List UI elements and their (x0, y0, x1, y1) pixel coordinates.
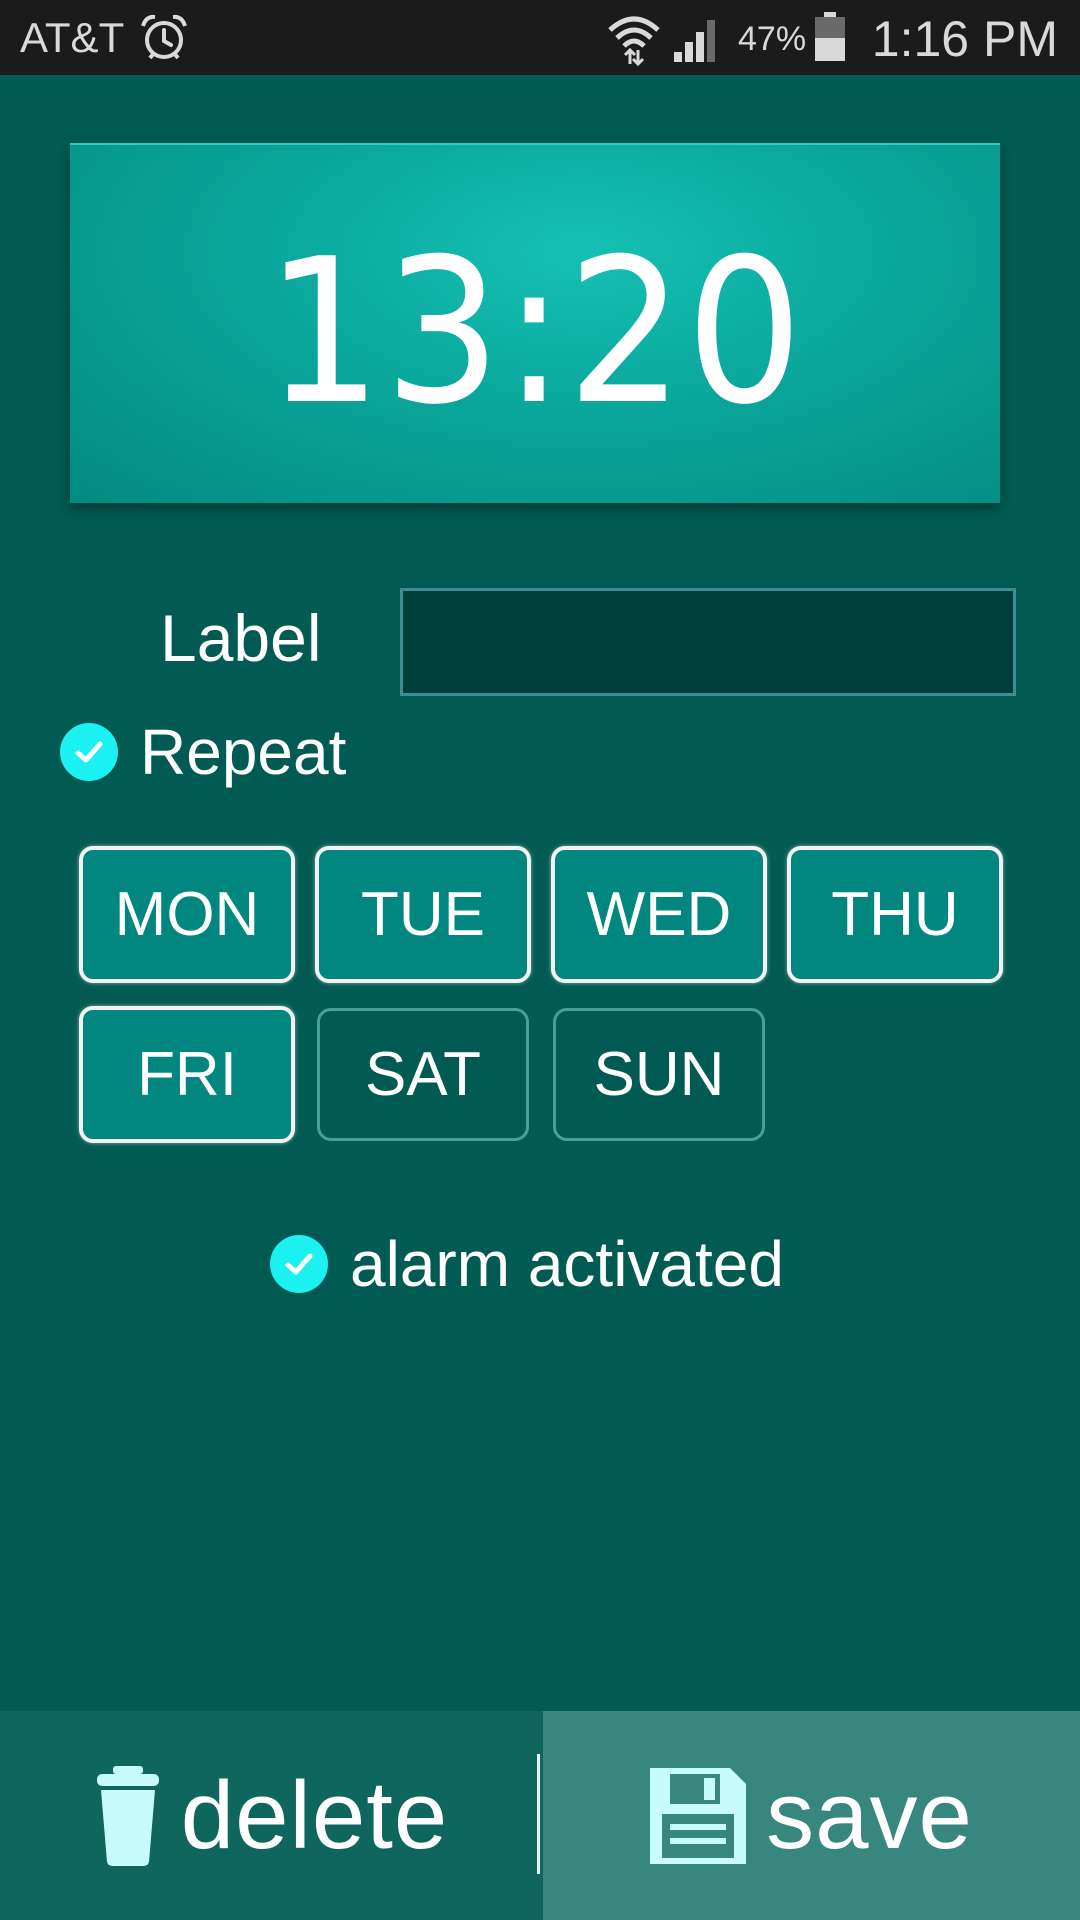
delete-button[interactable]: delete (0, 1711, 543, 1920)
floppy-disk-icon (650, 1767, 747, 1864)
day-button-sat[interactable]: SAT (317, 1008, 529, 1141)
delete-label: delete (180, 1761, 449, 1869)
label-input[interactable] (400, 588, 1016, 696)
day-button-sun[interactable]: SUN (553, 1008, 765, 1141)
day-label: FRI (137, 1040, 237, 1109)
bottom-action-bar: delete save (0, 1711, 1080, 1920)
alarm-activated-label: alarm activated (350, 1228, 784, 1300)
carrier-name: AT&T (20, 14, 125, 61)
alarm-time-display[interactable]: 13:20 (70, 143, 1000, 503)
status-time: 1:16 PM (871, 11, 1058, 67)
repeat-checkbox[interactable]: Repeat (60, 715, 346, 789)
repeat-check-icon (60, 723, 118, 781)
wifi-icon (608, 16, 660, 66)
signal-icon (674, 20, 715, 62)
label-title: Label (160, 601, 322, 675)
day-label: WED (586, 880, 732, 949)
day-button-tue[interactable]: TUE (315, 846, 531, 983)
bottom-divider (537, 1754, 540, 1874)
save-label: save (766, 1761, 973, 1869)
status-bar: AT&T 47% 1:16 PM (0, 0, 1080, 75)
repeat-label: Repeat (140, 716, 347, 788)
alarm-activated-checkbox[interactable]: alarm activated (270, 1227, 784, 1301)
battery-icon (815, 12, 845, 61)
day-button-wed[interactable]: WED (551, 846, 767, 983)
day-button-thu[interactable]: THU (787, 846, 1003, 983)
trash-icon (96, 1765, 159, 1866)
day-label: MON (114, 880, 260, 949)
alarm-edit-screen: AT&T 47% 1:16 PM 13:20 Label Repeat MON … (0, 0, 1080, 1920)
day-button-mon[interactable]: MON (79, 846, 295, 983)
day-label: THU (831, 880, 959, 949)
day-label: SUN (593, 1040, 725, 1109)
save-button[interactable]: save (543, 1711, 1080, 1920)
alarm-clock-icon (141, 14, 187, 60)
day-label: SAT (365, 1040, 481, 1109)
activated-check-icon (270, 1235, 328, 1293)
day-button-fri[interactable]: FRI (79, 1006, 295, 1143)
alarm-time-text: 13:20 (265, 216, 805, 449)
battery-percent: 47% (738, 20, 807, 58)
day-label: TUE (361, 880, 485, 949)
